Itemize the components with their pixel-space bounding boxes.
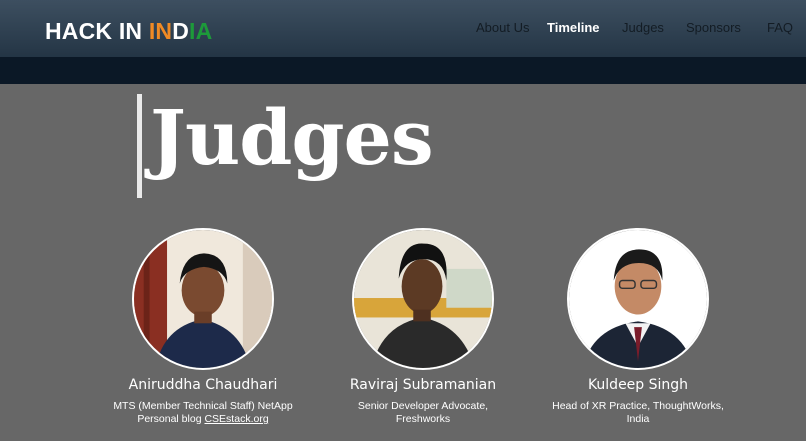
judge-role: Head of XR Practice, ThoughtWorks, India — [523, 400, 753, 426]
judge-photo — [567, 228, 709, 370]
judge-photo — [352, 228, 494, 370]
judge-name: Kuldeep Singh — [587, 377, 689, 393]
judge-name: Raviraj Subramanian — [349, 377, 497, 393]
logo-letter-d: D — [172, 18, 190, 44]
judge-role: MTS (Member Technical Staff) NetApp Pers… — [88, 400, 318, 426]
nav-judges[interactable]: Judges — [622, 20, 664, 35]
judge-role-line: Senior Developer Advocate, — [357, 400, 489, 412]
judge-card: Aniruddha Chaudhari MTS (Member Technica… — [88, 228, 318, 426]
judge-photo — [132, 228, 274, 370]
page-title: Judges — [150, 93, 434, 182]
site-header: HACK IN INDIA About Us Timeline Judges S… — [0, 0, 806, 57]
logo-letters-ia: IA — [189, 18, 213, 44]
judge-role-line: Head of XR Practice, ThoughtWorks, — [552, 400, 724, 412]
nav-sponsors[interactable]: Sponsors — [686, 20, 741, 35]
judge-card: Kuldeep Singh Head of XR Practice, Thoug… — [523, 228, 753, 426]
logo-text-hack-in: HACK IN — [45, 18, 149, 44]
judge-blog-prefix: Personal blog — [137, 413, 205, 425]
site-logo[interactable]: HACK IN INDIA — [45, 18, 212, 45]
judge-role-line: India — [626, 413, 650, 425]
nav-faq[interactable]: FAQ — [767, 20, 793, 35]
title-accent-bar — [137, 94, 142, 198]
judge-role: Senior Developer Advocate, Freshworks — [308, 400, 538, 426]
judge-role-line: Personal blog CSEstack.org — [88, 413, 318, 426]
nav-timeline[interactable]: Timeline — [547, 20, 600, 35]
judge-role-line: MTS (Member Technical Staff) NetApp — [113, 400, 293, 412]
judge-name: Aniruddha Chaudhari — [128, 377, 278, 393]
judge-role-line: Freshworks — [395, 413, 451, 425]
judge-blog-link[interactable]: CSEstack.org — [204, 413, 268, 425]
judge-card: Raviraj Subramanian Senior Developer Adv… — [308, 228, 538, 426]
nav-about-us[interactable]: About Us — [476, 20, 529, 35]
logo-letter-n: N — [155, 18, 173, 44]
header-subbar — [0, 57, 806, 84]
